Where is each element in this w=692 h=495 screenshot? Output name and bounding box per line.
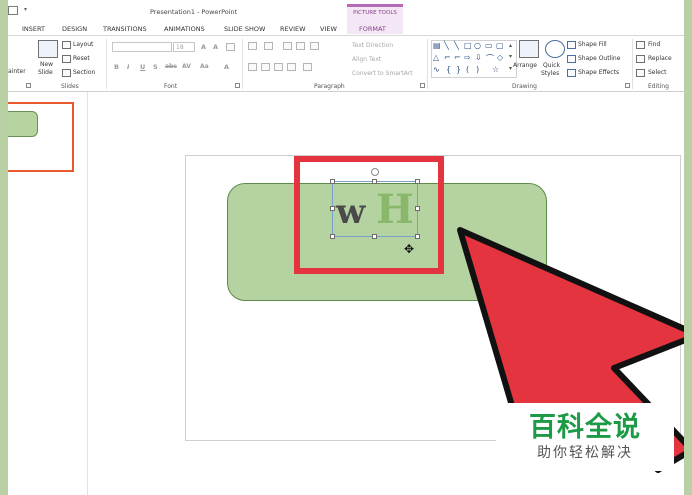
watermark-title: 百科全说 <box>529 412 641 443</box>
watermark-subtitle: 助你轻松解决 <box>537 445 633 461</box>
watermark: 百科全说 助你轻松解决 <box>496 403 674 471</box>
powerpoint-window: ▾ Presentation1 - PowerPoint PICTURE TOO… <box>8 0 684 495</box>
